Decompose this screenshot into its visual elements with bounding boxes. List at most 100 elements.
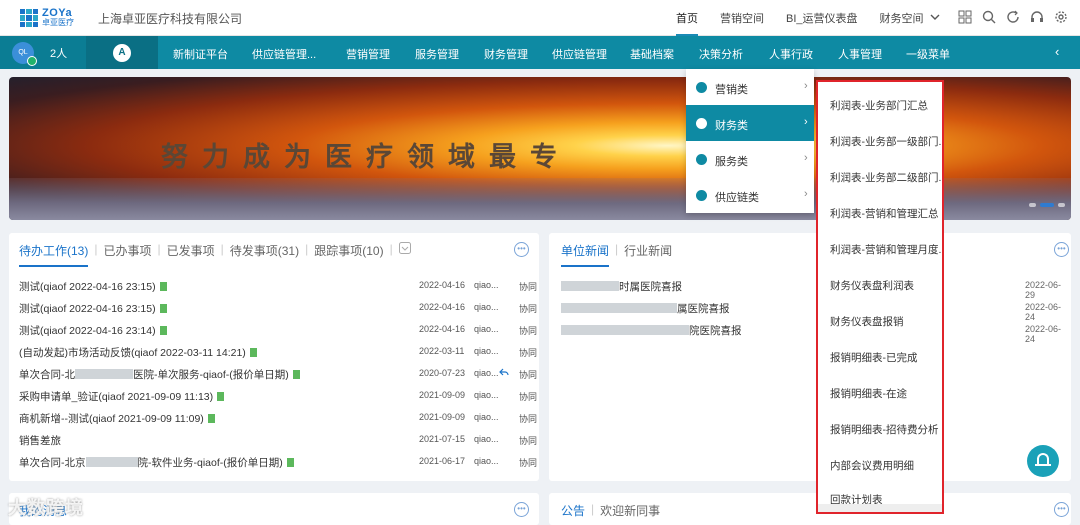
gear-icon[interactable] (1054, 10, 1068, 24)
document-icon (217, 392, 225, 401)
list-item[interactable]: 单次合同-北 医院-单次服务-qiaof-(报价单日期) 2020-07-23 q… (19, 363, 537, 385)
menu-item-decision[interactable]: 决策分析 (699, 46, 743, 62)
tab-tracking[interactable]: 跟踪事项(10) (314, 242, 383, 267)
tab-dropdown-icon[interactable] (398, 242, 411, 267)
company-logo[interactable]: ZOYa 卓亚医疗 (20, 7, 74, 29)
app-home-button[interactable]: A (86, 36, 158, 69)
menu-item-hr-admin[interactable]: 人事行政 (769, 46, 813, 62)
menu-item-level1[interactable]: 一级菜单 (906, 46, 950, 62)
carousel-dots (1029, 203, 1065, 207)
menu-item-marketing[interactable]: 营销管理 (346, 46, 390, 62)
news-panel: 单位新闻 | 行业新闻 ••• 时属医院喜报 2022-06-29 属医院喜报 … (549, 233, 1071, 481)
menu-item-service[interactable]: 服务管理 (415, 46, 459, 62)
menu-item-supply-chain[interactable]: 供应链管理 (552, 46, 607, 62)
menu-item-base-archive[interactable]: 基础档案 (630, 46, 674, 62)
menu-item-hr[interactable]: 人事管理 (838, 46, 882, 62)
menu-item-label: 服务类 (715, 156, 748, 168)
list-item[interactable]: 测试(qiaof 2022-04-16 23:15) 2022-04-16 qi… (19, 275, 537, 297)
list-icon (696, 190, 707, 201)
logo-text-cn: 卓亚医疗 (42, 18, 74, 27)
more-options-icon[interactable]: ••• (1054, 502, 1069, 517)
menu-item-finance[interactable]: 财务管理 (484, 46, 528, 62)
submenu-item[interactable]: 利润表-业务部门汇总 (830, 98, 928, 113)
carousel-dot[interactable] (1029, 203, 1036, 207)
item-title-rest[interactable]: 院-软件业务-qiaof-(报价单日期) (138, 457, 283, 469)
menu-item-finance-category[interactable]: 财务类 › (686, 105, 814, 141)
submenu-item[interactable]: 财务仪表盘利润表 (830, 278, 914, 293)
item-title[interactable]: 测试(qiaof 2022-04-16 23:14) (19, 325, 156, 337)
item-title[interactable]: 测试(qiaof 2022-04-16 23:15) (19, 281, 156, 293)
item-title-rest[interactable]: 医院-单次服务-qiaof-(报价单日期) (133, 369, 289, 381)
item-title[interactable]: 采购申请单_验证(qiaof 2021-09-09 11:13) (19, 391, 213, 403)
list-item[interactable]: 单次合同-北京 院-软件业务-qiaof-(报价单日期) 2021-06-17 q… (19, 451, 537, 473)
item-type: 协同 (519, 458, 538, 468)
tab-welcome[interactable]: 欢迎新同事 (600, 502, 660, 525)
submenu-scroll-indicator[interactable] (818, 504, 942, 512)
list-item[interactable]: 采购申请单_验证(qiaof 2021-09-09 11:13) 2021-09… (19, 385, 537, 407)
search-icon[interactable] (982, 10, 996, 24)
top-nav-home[interactable]: 首页 (676, 0, 698, 36)
menu-item-new-cert[interactable]: 新制证平台 (173, 46, 228, 62)
more-options-icon[interactable]: ••• (514, 502, 529, 517)
top-nav-bi[interactable]: BI_运营仪表盘 (786, 10, 858, 26)
item-title[interactable]: (自动发起)市场活动反馈(qiaof 2022-03-11 14:21) (19, 347, 246, 359)
item-date: 2021-07-15 (419, 434, 466, 444)
item-title[interactable]: 单次合同-北 (19, 369, 75, 381)
menu-item-service-category[interactable]: 服务类 › (686, 141, 814, 177)
list-item[interactable]: (自动发起)市场活动反馈(qiaof 2022-03-11 14:21) 202… (19, 341, 537, 363)
item-type: 协同 (519, 282, 538, 292)
menu-item-label: 财务类 (715, 120, 748, 132)
redacted-text (85, 457, 138, 467)
notification-bell-button[interactable] (1027, 445, 1059, 477)
apps-grid-icon[interactable] (958, 10, 972, 24)
menu-item-supply-category[interactable]: 供应链类 › (686, 177, 814, 213)
submenu-item[interactable]: 内部会议费用明细 (830, 458, 914, 473)
top-nav-finance[interactable]: 财务空间 (880, 10, 924, 26)
submenu-item[interactable]: 利润表-业务部一级部门... (830, 134, 942, 149)
submenu-item[interactable]: 利润表-营销和管理汇总 (830, 206, 939, 221)
list-item[interactable]: 商机新增--测试(qiaof 2021-09-09 11:09) 2021-09… (19, 407, 537, 429)
menu-item-marketing-category[interactable]: 营销类 › (686, 69, 814, 105)
tab-todo[interactable]: 待办工作(13) (19, 242, 89, 267)
item-type: 协同 (519, 304, 538, 314)
tab-done[interactable]: 已办事项 (103, 242, 151, 267)
avatar[interactable]: QL (12, 41, 37, 66)
news-title[interactable]: 院医院喜报 (689, 325, 742, 337)
list-item[interactable]: 测试(qiaof 2022-04-16 23:14) 2022-04-16 qi… (19, 319, 537, 341)
tab-unit-news[interactable]: 单位新闻 (561, 242, 610, 267)
item-title[interactable]: 单次合同-北京 (19, 457, 86, 469)
more-options-icon[interactable]: ••• (514, 242, 529, 257)
list-item[interactable]: 销售差旅 2021-07-15 qiao... 协同 (19, 429, 537, 451)
more-options-icon[interactable]: ••• (1054, 242, 1069, 257)
submenu-item[interactable]: 报销明细表-招待费分析 (830, 422, 939, 437)
menu-item-supply-chain-more[interactable]: 供应链管理... (252, 46, 316, 62)
headset-icon[interactable] (1030, 10, 1044, 24)
document-icon (159, 304, 167, 313)
tab-sent[interactable]: 已发事项 (167, 242, 215, 267)
tab-industry-news[interactable]: 行业新闻 (624, 242, 672, 267)
item-user: qiao... (474, 434, 499, 444)
carousel-dot[interactable] (1058, 203, 1065, 207)
news-title[interactable]: 属医院喜报 (677, 303, 730, 315)
news-title[interactable]: 时属医院喜报 (619, 281, 682, 293)
tab-pending-send[interactable]: 待发事项(31) (230, 242, 299, 267)
submenu-item[interactable]: 报销明细表-在途 (830, 386, 907, 401)
list-icon (696, 82, 707, 93)
top-nav-marketing[interactable]: 营销空间 (720, 10, 764, 26)
user-section[interactable]: QL 2人 (0, 36, 86, 69)
item-title[interactable]: 测试(qiaof 2022-04-16 23:15) (19, 303, 156, 315)
submenu-item[interactable]: 利润表-营销和管理月度... (830, 242, 942, 257)
submenu-item[interactable]: 财务仪表盘报销 (830, 314, 904, 329)
submenu-item[interactable]: 利润表-业务部二级部门... (830, 170, 942, 185)
refresh-icon[interactable] (1006, 10, 1020, 24)
banner-slogan: 努力成为医疗领域最专 (161, 142, 571, 172)
item-user: qiao... (474, 280, 499, 290)
tab-announcement[interactable]: 公告 (561, 502, 585, 525)
list-item[interactable]: 测试(qiaof 2022-04-16 23:15) 2022-04-16 qi… (19, 297, 537, 319)
chevron-down-icon[interactable] (930, 12, 940, 25)
item-title[interactable]: 商机新增--测试(qiaof 2021-09-09 11:09) (19, 413, 204, 425)
item-title[interactable]: 销售差旅 (19, 435, 61, 447)
collapse-left-icon[interactable]: ‹ (1055, 44, 1059, 59)
submenu-item[interactable]: 报销明细表-已完成 (830, 350, 918, 365)
carousel-dot-active[interactable] (1040, 203, 1054, 207)
